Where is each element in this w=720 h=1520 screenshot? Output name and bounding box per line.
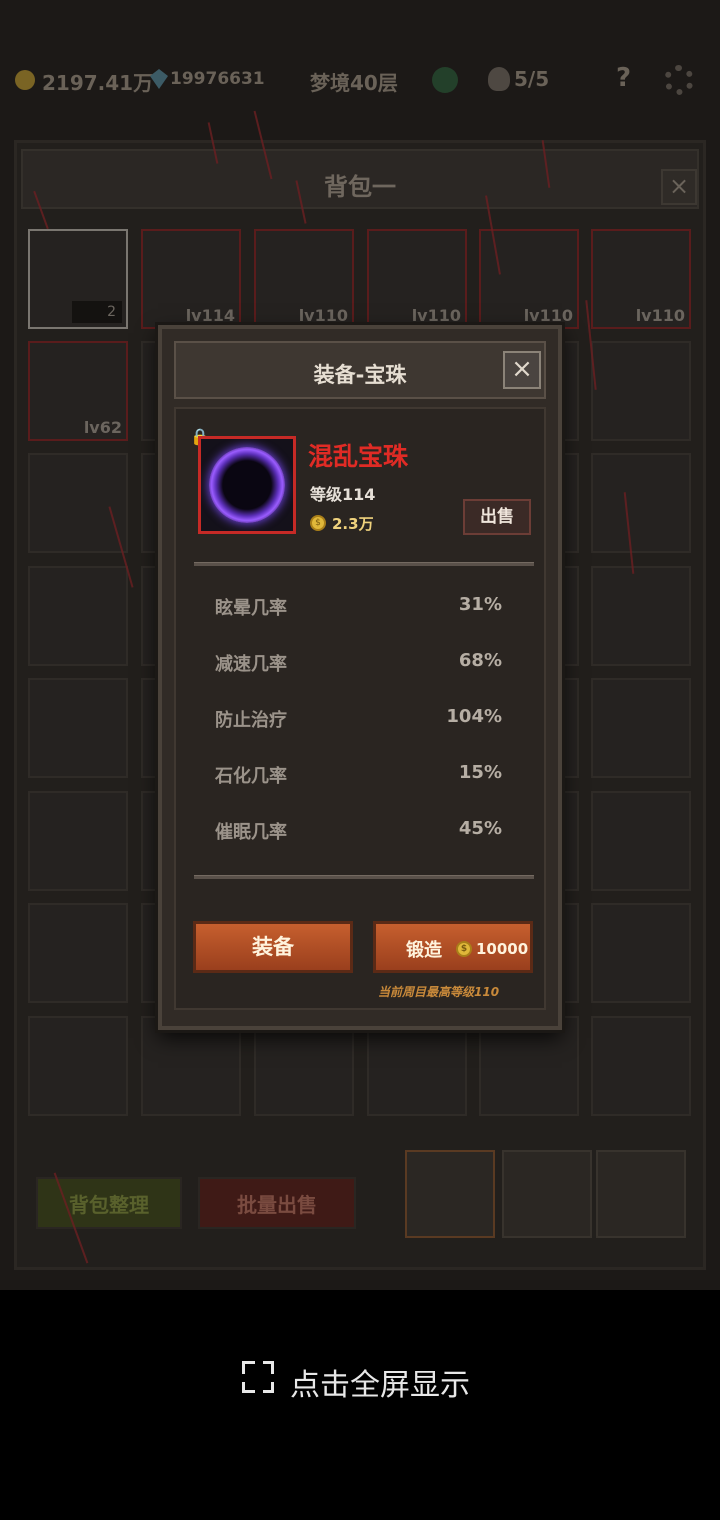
bag-slot[interactable] bbox=[141, 1016, 241, 1116]
bag-slot[interactable]: 2 bbox=[28, 229, 128, 329]
bag-title: 背包一 bbox=[324, 173, 396, 201]
bag-slot[interactable]: lv110 bbox=[367, 229, 467, 329]
top-status-bar: 2197.41万 19976631 梦境40层 5/5 ? bbox=[0, 55, 720, 105]
bag-slot[interactable] bbox=[28, 1016, 128, 1116]
stat-name: 石化几率 bbox=[215, 766, 287, 787]
item-level-label: lv62 bbox=[83, 418, 122, 437]
sell-button[interactable]: 出售 bbox=[463, 499, 531, 535]
expand-icon bbox=[239, 1358, 279, 1398]
dialog-close-button[interactable]: × bbox=[503, 351, 541, 389]
fullscreen-label: 点击全屏显示 bbox=[290, 1368, 470, 1403]
bag-slot[interactable] bbox=[591, 341, 691, 441]
boost-icon[interactable] bbox=[432, 67, 458, 93]
bag-slot[interactable] bbox=[28, 453, 128, 553]
bag-slot[interactable]: lv110 bbox=[591, 229, 691, 329]
stat-name: 催眠几率 bbox=[215, 822, 287, 843]
item-count: 2 bbox=[72, 301, 122, 323]
gold-amount: 2197.41万 bbox=[42, 71, 154, 95]
stat-name: 防止治疗 bbox=[215, 710, 287, 731]
bag-slot[interactable] bbox=[591, 678, 691, 778]
coin-icon: $ bbox=[456, 941, 472, 957]
item-name: 混乱宝珠 bbox=[308, 442, 409, 471]
gold-coin-icon bbox=[15, 70, 35, 90]
bag-slot[interactable] bbox=[254, 1016, 354, 1116]
chaos-orb-icon bbox=[209, 447, 285, 523]
forge-cost: 10000 bbox=[476, 940, 529, 958]
bag-slot[interactable] bbox=[28, 791, 128, 891]
bag-tab-1[interactable] bbox=[405, 1150, 495, 1238]
bag-slot[interactable] bbox=[591, 1016, 691, 1116]
bag-slot[interactable] bbox=[28, 566, 128, 666]
divider-top bbox=[194, 562, 534, 566]
bag-tab-2[interactable] bbox=[502, 1150, 592, 1238]
bag-slot[interactable] bbox=[28, 903, 128, 1003]
bag-slot[interactable] bbox=[28, 678, 128, 778]
help-icon[interactable]: ? bbox=[616, 63, 631, 93]
item-level-label: lv110 bbox=[411, 306, 461, 325]
stat-value: 45% bbox=[458, 818, 502, 839]
gem-amount: 19976631 bbox=[170, 69, 265, 89]
bag-tab-3[interactable] bbox=[596, 1150, 686, 1238]
dream-level[interactable]: 梦境40层 bbox=[310, 67, 398, 96]
item-level-label: lv110 bbox=[298, 306, 348, 325]
forge-button[interactable]: 锻造 $ 10000 bbox=[373, 921, 533, 973]
coin-icon: $ bbox=[310, 515, 326, 531]
bag-slot[interactable]: lv62 bbox=[28, 341, 128, 441]
stat-value: 104% bbox=[446, 706, 502, 727]
dialog-header: 装备-宝珠 bbox=[174, 341, 546, 399]
bag-slot[interactable] bbox=[591, 791, 691, 891]
stat-name: 减速几率 bbox=[215, 654, 287, 675]
item-level-label: lv110 bbox=[635, 306, 685, 325]
item-level: 等级114 bbox=[310, 485, 376, 504]
bag-slot[interactable]: lv110 bbox=[254, 229, 354, 329]
max-level-note: 当前周目最高等级110 bbox=[378, 985, 500, 999]
stat-value: 68% bbox=[458, 650, 502, 671]
item-level-label: lv110 bbox=[523, 306, 573, 325]
bag-slot[interactable] bbox=[591, 453, 691, 553]
forge-label: 锻造 bbox=[406, 940, 442, 961]
bag-header: 背包一 × bbox=[21, 149, 699, 209]
equip-button[interactable]: 装备 bbox=[193, 921, 353, 973]
gear-icon[interactable] bbox=[664, 65, 694, 95]
sort-bag-button[interactable]: 背包整理 bbox=[36, 1177, 182, 1229]
bag-slot[interactable]: lv114 bbox=[141, 229, 241, 329]
dialog-title: 装备-宝珠 bbox=[313, 363, 407, 387]
bag-slot[interactable] bbox=[591, 903, 691, 1003]
skull-icon bbox=[488, 67, 510, 91]
divider-bottom bbox=[194, 875, 534, 879]
item-icon bbox=[198, 436, 296, 534]
kill-count: 5/5 bbox=[514, 67, 550, 91]
stat-value: 15% bbox=[458, 762, 502, 783]
bag-slot[interactable] bbox=[479, 1016, 579, 1116]
bag-close-button[interactable]: × bbox=[661, 169, 697, 205]
item-price: 2.3万 bbox=[332, 515, 374, 533]
equipment-dialog: 装备-宝珠 × 🔒 混乱宝珠 等级114 $ 2.3万 出售 眩晕几率31%减速… bbox=[158, 325, 562, 1030]
bag-slot[interactable] bbox=[591, 566, 691, 666]
stat-value: 31% bbox=[458, 594, 502, 615]
bag-slot[interactable] bbox=[367, 1016, 467, 1116]
bulk-sell-button[interactable]: 批量出售 bbox=[198, 1177, 356, 1229]
bag-slot[interactable]: lv110 bbox=[479, 229, 579, 329]
stat-name: 眩晕几率 bbox=[215, 598, 287, 619]
item-level-label: lv114 bbox=[185, 306, 235, 325]
